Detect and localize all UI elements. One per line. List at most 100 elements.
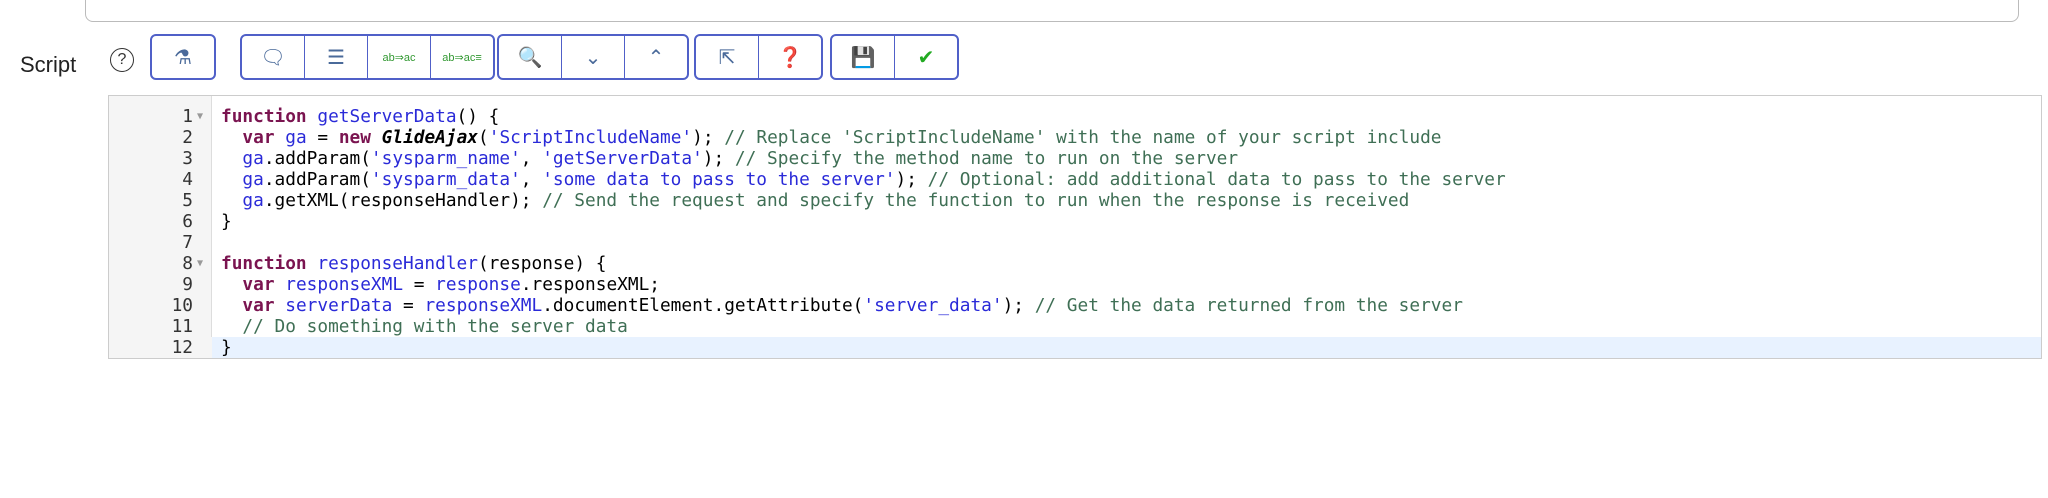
search-icon[interactable]: 🔍 [499, 36, 562, 78]
code-token: // Get the data returned from the server [1034, 295, 1463, 316]
code-token: ga [242, 169, 264, 190]
replace-icon[interactable]: ab⇒ac [368, 36, 431, 78]
line-number: 11 [171, 316, 193, 337]
code-line[interactable]: 2 var ga = new GlideAjax('ScriptIncludeN… [109, 127, 2041, 148]
code-token: ga [285, 127, 307, 148]
toolbar-group-edit: 🗨 ☰ ab⇒ac ab⇒ac≡ [240, 34, 495, 80]
line-number: 3 [182, 148, 193, 169]
code-token: .documentElement.getAttribute( [542, 295, 864, 316]
code-token: , [520, 169, 543, 190]
fold-arrow-icon[interactable]: ▼ [197, 253, 203, 274]
field-label: Script [20, 52, 77, 77]
line-number: 8 [182, 253, 193, 274]
fold-arrow-icon[interactable]: ▼ [197, 106, 203, 127]
code-text: var responseXML = response.responseXML; [221, 274, 660, 295]
line-number: 5 [182, 190, 193, 211]
code-text: var ga = new GlideAjax('ScriptIncludeNam… [221, 127, 1441, 148]
code-line[interactable]: 1 ▼ function getServerData() { [109, 106, 2041, 127]
code-token: } [221, 337, 232, 358]
code-editor[interactable]: 1 ▼ function getServerData() {2 var ga = n… [108, 95, 2042, 359]
code-token: = [403, 274, 436, 295]
code-line[interactable]: 5 ga.getXML(responseHandler); // Send th… [109, 190, 2041, 211]
code-token: responseHandler [317, 253, 478, 274]
line-number: 1 [182, 106, 193, 127]
code-token: var [242, 295, 275, 316]
code-token: var [242, 274, 275, 295]
code-token: ga [242, 190, 264, 211]
code-token: ( [478, 127, 489, 148]
code-token: responseXML [285, 274, 404, 295]
code-token: = [392, 295, 425, 316]
code-token: = [306, 127, 339, 148]
help-icon[interactable]: ? [110, 48, 134, 72]
code-token: function [221, 253, 307, 274]
help-circle-icon[interactable]: ❓ [759, 36, 821, 78]
code-text: var serverData = responseXML.documentEle… [221, 295, 1463, 316]
code-token: 'ScriptIncludeName' [488, 127, 693, 148]
code-line[interactable]: 7 [109, 232, 2041, 253]
code-token: GlideAjax [381, 127, 479, 148]
code-line[interactable]: 8 ▼ function responseHandler(response) { [109, 253, 2041, 274]
code-text: // Do something with the server data [221, 316, 628, 337]
script-debugger-icon[interactable]: ⚗ [152, 36, 214, 78]
code-token: ); [895, 169, 928, 190]
code-token: // Optional: add additional data to pass… [927, 169, 1506, 190]
code-token: ); [702, 148, 735, 169]
code-token: // Send the request and specify the func… [542, 190, 1410, 211]
code-token: 'sysparm_data' [370, 169, 521, 190]
save-icon[interactable]: 💾 [832, 36, 895, 78]
replace-all-icon[interactable]: ab⇒ac≡ [431, 36, 493, 78]
line-number: 7 [182, 232, 193, 253]
toolbar-group-search: 🔍 ⌄ ⌃ [497, 34, 689, 80]
line-number: 10 [171, 295, 193, 316]
chevron-down-icon[interactable]: ⌄ [562, 36, 625, 78]
code-token: response [435, 274, 521, 295]
code-line[interactable]: 3 ga.addParam('sysparm_name', 'getServer… [109, 148, 2041, 169]
code-text: } [221, 337, 232, 358]
syntax-check-icon[interactable]: ✔ [895, 36, 957, 78]
code-token: serverData [285, 295, 393, 316]
code-token: var [242, 127, 275, 148]
code-token: .responseXML; [520, 274, 660, 295]
code-token: () { [456, 106, 500, 127]
code-line[interactable]: 6} [109, 211, 2041, 232]
code-token: responseXML [424, 295, 543, 316]
line-number: 9 [182, 274, 193, 295]
code-line[interactable]: 9 var responseXML = response.responseXML… [109, 274, 2041, 295]
code-token: function [221, 106, 307, 127]
code-token: .getXML(responseHandler); [263, 190, 543, 211]
previous-field-textarea[interactable] [85, 0, 2019, 22]
code-token: , [520, 148, 543, 169]
code-token: 'some data to pass to the server' [542, 169, 896, 190]
code-token: 'server_data' [863, 295, 1003, 316]
fullscreen-icon[interactable]: ⇱ [696, 36, 759, 78]
code-text: function responseHandler(response) { [221, 253, 606, 274]
comment-icon[interactable]: 🗨 [242, 36, 305, 78]
toolbar-group-view: ⇱ ❓ [694, 34, 823, 80]
code-text: function getServerData() { [221, 106, 499, 127]
chevron-up-icon[interactable]: ⌃ [625, 36, 687, 78]
code-line[interactable]: 11 // Do something with the server data [109, 316, 2041, 337]
code-token: .addParam( [263, 169, 371, 190]
line-number: 4 [182, 169, 193, 190]
code-text: ga.getXML(responseHandler); // Send the … [221, 190, 1409, 211]
format-code-icon[interactable]: ☰ [305, 36, 368, 78]
code-token: 'sysparm_name' [370, 148, 521, 169]
code-token: 'getServerData' [542, 148, 703, 169]
code-line[interactable]: 4 ga.addParam('sysparm_data', 'some data… [109, 169, 2041, 190]
toolbar-group-debug: ⚗ [150, 34, 216, 80]
code-token: // Do something with the server data [242, 316, 628, 337]
code-token: getServerData [317, 106, 457, 127]
code-line[interactable]: 12} [109, 337, 2041, 358]
code-line[interactable]: 10 var serverData = responseXML.document… [109, 295, 2041, 316]
